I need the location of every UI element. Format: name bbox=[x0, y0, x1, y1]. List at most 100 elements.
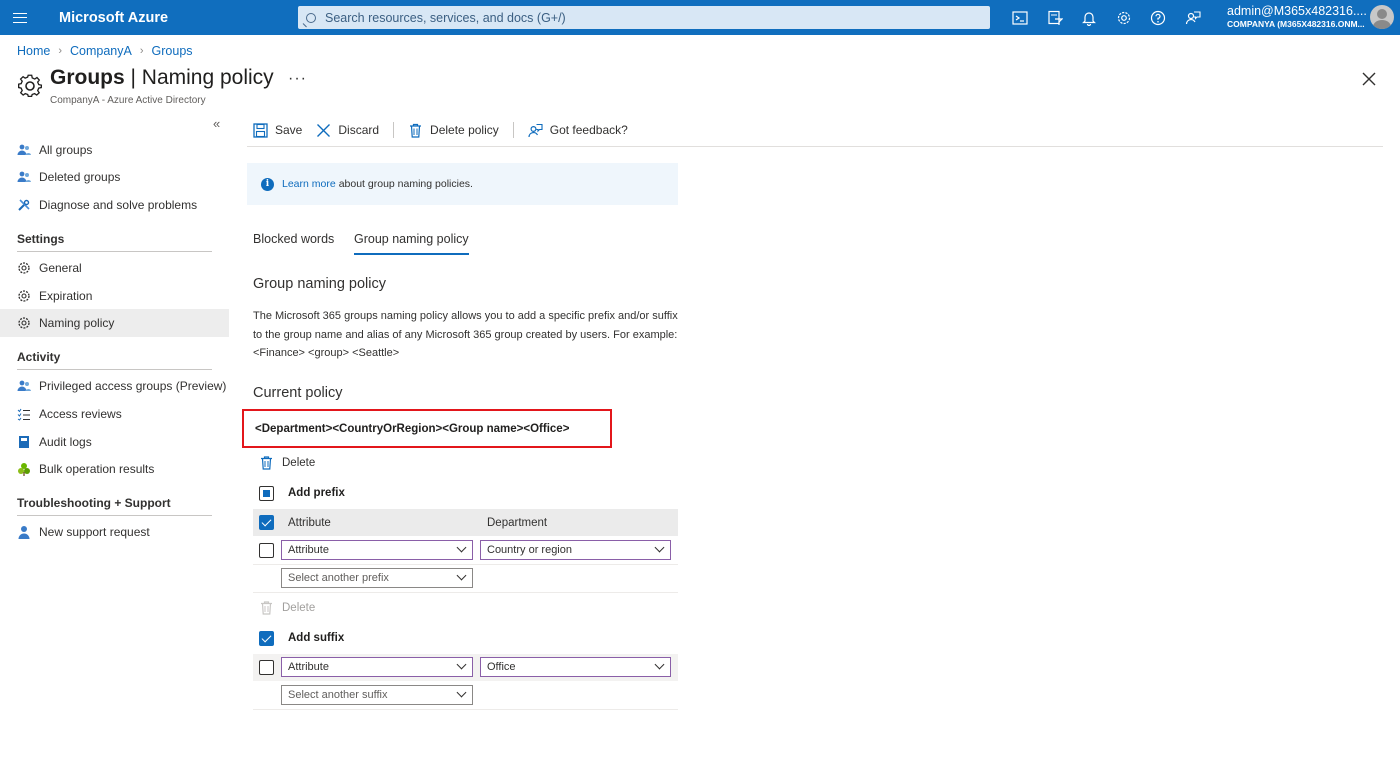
directory-filter-icon[interactable] bbox=[1038, 0, 1073, 35]
search-placeholder: Search resources, services, and docs (G+… bbox=[325, 10, 566, 25]
breadcrumb-companya[interactable]: CompanyA bbox=[70, 44, 132, 58]
current-policy-text: <Department><CountryOrRegion><Group name… bbox=[255, 422, 570, 435]
sidebar-heading-activity: Activity bbox=[17, 350, 212, 370]
policy-description: The Microsoft 365 groups naming policy a… bbox=[253, 310, 678, 359]
sidebar-heading-support: Troubleshooting + Support bbox=[17, 496, 212, 516]
sidebar-item-label: General bbox=[39, 261, 82, 275]
chevron-down-icon bbox=[456, 659, 467, 670]
add-prefix-checkbox[interactable] bbox=[258, 485, 274, 501]
cloud-shell-icon[interactable] bbox=[1003, 0, 1038, 35]
add-suffix-row: Add suffix bbox=[253, 629, 678, 647]
sidebar-item-label: Naming policy bbox=[39, 316, 115, 330]
prefix-col-attribute: Attribute bbox=[288, 516, 331, 529]
brand-name[interactable]: Microsoft Azure bbox=[59, 10, 295, 26]
account-info[interactable]: admin@M365x482316.... COMPANYA (M365X482… bbox=[1227, 4, 1367, 29]
save-button[interactable]: Save bbox=[253, 120, 302, 140]
select-another-prefix-dropdown[interactable]: Select another prefix bbox=[281, 568, 473, 588]
feedback-icon bbox=[528, 123, 543, 137]
learn-more-link[interactable]: Learn more bbox=[282, 178, 336, 190]
select-another-suffix-dropdown[interactable]: Select another suffix bbox=[281, 685, 473, 705]
suffix-row-checkbox[interactable] bbox=[258, 660, 274, 675]
sidebar-item-label: All groups bbox=[39, 143, 93, 157]
account-user: admin@M365x482316.... bbox=[1227, 4, 1367, 18]
current-policy-value: <Department><CountryOrRegion><Group name… bbox=[242, 409, 612, 448]
feedback-icon[interactable] bbox=[1176, 0, 1211, 35]
add-prefix-label: Add prefix bbox=[288, 487, 345, 499]
discard-button[interactable]: Discard bbox=[316, 120, 379, 140]
add-suffix-checkbox[interactable] bbox=[258, 630, 274, 646]
groups-icon bbox=[17, 143, 31, 157]
person-icon bbox=[17, 525, 31, 539]
sidebar-item-general[interactable]: General bbox=[0, 254, 229, 282]
chevron-down-icon bbox=[654, 542, 665, 553]
collapse-sidebar-icon[interactable]: « bbox=[213, 116, 220, 131]
add-prefix-row: Add prefix bbox=[253, 484, 678, 502]
prefix-row-checkbox[interactable] bbox=[258, 542, 274, 558]
feedback-button[interactable]: Got feedback? bbox=[528, 120, 628, 140]
sidebar-item-all-groups[interactable]: All groups bbox=[0, 136, 229, 164]
tree-icon bbox=[17, 462, 31, 476]
notifications-icon[interactable] bbox=[1072, 0, 1107, 35]
top-icons bbox=[1003, 0, 1210, 35]
page-subtitle: CompanyA - Azure Active Directory bbox=[50, 95, 206, 106]
sidebar-item-bulk-operation[interactable]: Bulk operation results bbox=[0, 455, 229, 483]
chevron-down-icon bbox=[456, 687, 467, 698]
gear-icon bbox=[18, 74, 43, 98]
sidebar-item-new-support-request[interactable]: New support request bbox=[0, 518, 229, 546]
sidebar-item-label: Bulk operation results bbox=[39, 462, 155, 476]
page-title: Groups | Naming policy bbox=[50, 66, 274, 89]
global-search-input[interactable]: Search resources, services, and docs (G+… bbox=[298, 6, 990, 29]
sidebar-item-privileged-access[interactable]: Privileged access groups (Preview) bbox=[0, 372, 229, 400]
sidebar-item-diagnose[interactable]: Diagnose and solve problems bbox=[0, 191, 229, 219]
groups-icon bbox=[17, 170, 31, 184]
help-icon[interactable] bbox=[1141, 0, 1176, 35]
menu-icon[interactable] bbox=[0, 0, 40, 35]
sidebar-item-label: Privileged access groups (Preview) bbox=[39, 379, 227, 393]
breadcrumb-home[interactable]: Home bbox=[17, 44, 50, 58]
chevron-right-icon: › bbox=[139, 45, 144, 57]
groups-icon bbox=[17, 379, 31, 393]
delete-policy-label: Delete policy bbox=[430, 123, 499, 137]
more-options-icon[interactable]: ··· bbox=[288, 70, 307, 88]
tab-blocked-words[interactable]: Blocked words bbox=[253, 232, 334, 253]
delete-label: Delete bbox=[282, 602, 316, 614]
sidebar-item-naming-policy[interactable]: Naming policy bbox=[0, 309, 229, 337]
sidebar-item-deleted-groups[interactable]: Deleted groups bbox=[0, 163, 229, 191]
prefix-table-header: Attribute Department bbox=[253, 509, 678, 536]
row-divider bbox=[253, 564, 678, 565]
row-divider bbox=[253, 592, 678, 593]
select-row-checkbox[interactable] bbox=[258, 515, 274, 530]
suffix-type-dropdown[interactable]: Attribute bbox=[281, 657, 473, 677]
info-banner: i Learn more about group naming policies… bbox=[247, 163, 678, 205]
sidebar-heading-settings: Settings bbox=[17, 232, 212, 252]
delete-policy-button[interactable]: Delete policy bbox=[408, 120, 499, 140]
close-icon[interactable] bbox=[1361, 71, 1377, 87]
breadcrumb-groups[interactable]: Groups bbox=[152, 44, 193, 58]
delete-suffix-button[interactable]: Delete bbox=[260, 601, 315, 615]
feedback-label: Got feedback? bbox=[549, 123, 628, 137]
sidebar-item-label: Expiration bbox=[39, 289, 93, 303]
current-policy-heading: Current policy bbox=[253, 385, 343, 401]
info-icon: i bbox=[261, 177, 274, 191]
gear-icon bbox=[17, 261, 31, 275]
sidebar-item-label: Deleted groups bbox=[39, 170, 121, 184]
sidebar-item-audit-logs[interactable]: Audit logs bbox=[0, 428, 229, 456]
save-label: Save bbox=[275, 123, 303, 137]
command-bar: Save Discard Delete policy Got feedback? bbox=[247, 120, 1383, 147]
sidebar-item-access-reviews[interactable]: Access reviews bbox=[0, 400, 229, 428]
trash-icon bbox=[410, 123, 422, 138]
tab-group-naming-policy[interactable]: Group naming policy bbox=[354, 232, 469, 255]
settings-icon[interactable] bbox=[1107, 0, 1142, 35]
chevron-down-icon bbox=[456, 542, 467, 553]
avatar[interactable] bbox=[1370, 5, 1394, 29]
prefix-value-dropdown[interactable]: Country or region bbox=[480, 540, 671, 560]
search-icon bbox=[306, 12, 316, 23]
sidebar-item-label: Audit logs bbox=[39, 435, 92, 449]
add-suffix-label: Add suffix bbox=[288, 632, 345, 644]
delete-prefix-button[interactable]: Delete bbox=[260, 456, 315, 470]
suffix-value-dropdown[interactable]: Office bbox=[480, 657, 671, 677]
discard-label: Discard bbox=[338, 123, 380, 137]
chevron-right-icon: › bbox=[58, 45, 63, 57]
sidebar-item-expiration[interactable]: Expiration bbox=[0, 282, 229, 310]
prefix-type-dropdown[interactable]: Attribute bbox=[281, 540, 473, 560]
